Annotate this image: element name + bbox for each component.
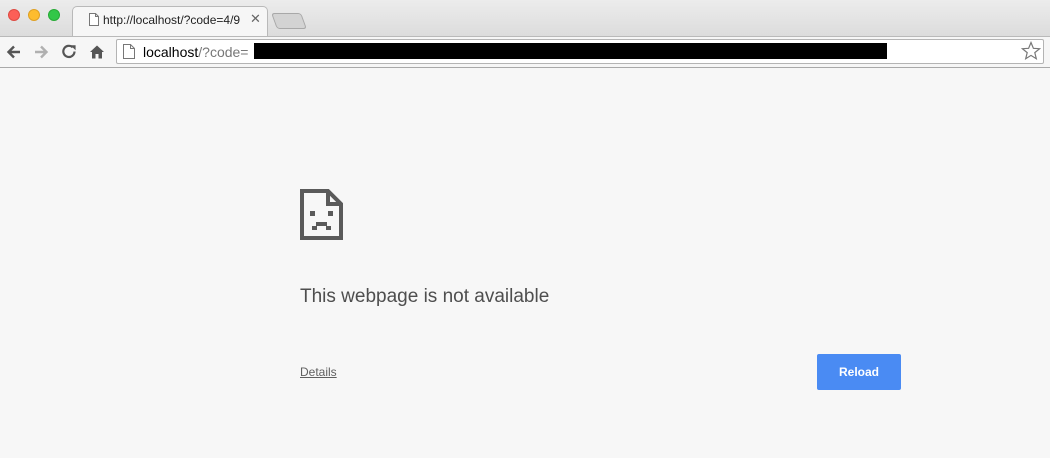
address-text[interactable]: localhost/?code= [143, 44, 248, 60]
tab-title: http://localhost/?code=4/9 [103, 13, 241, 27]
reload-button[interactable]: Reload [817, 354, 901, 390]
new-tab-button[interactable] [271, 13, 307, 29]
reload-icon[interactable] [59, 42, 79, 62]
window-minimize-button[interactable] [28, 9, 40, 21]
address-path: /?code= [198, 44, 249, 60]
star-icon[interactable] [1020, 40, 1042, 66]
error-title: This webpage is not available [300, 286, 550, 307]
details-link[interactable]: Details [300, 365, 337, 379]
window-maximize-button[interactable] [48, 9, 60, 21]
page-icon [89, 13, 99, 31]
address-host: localhost [143, 44, 199, 60]
forward-arrow-icon[interactable] [31, 42, 51, 62]
window-close-button[interactable] [8, 9, 20, 21]
redacted-block [254, 43, 887, 59]
sad-page-icon [300, 189, 343, 245]
back-arrow-icon[interactable] [4, 42, 24, 62]
page-content [0, 68, 1050, 458]
tab-close-icon[interactable]: ✕ [250, 11, 261, 27]
home-icon[interactable] [87, 42, 107, 62]
page-icon [123, 44, 135, 64]
